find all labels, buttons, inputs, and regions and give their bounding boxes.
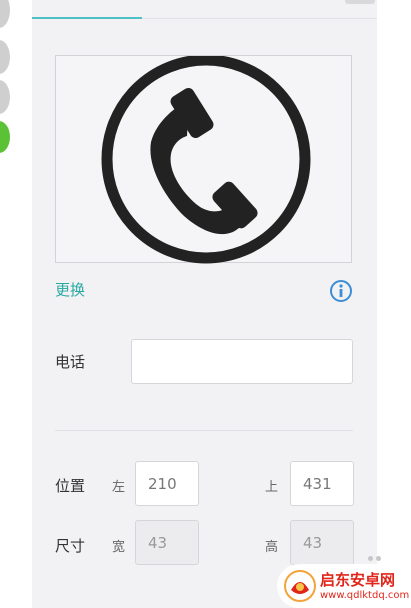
drag-handle-icon[interactable]	[368, 556, 382, 562]
app-list-strip	[0, 0, 32, 608]
info-icon[interactable]	[329, 279, 353, 303]
phone-handset-icon	[101, 56, 311, 264]
position-top-label: 上	[265, 480, 279, 495]
app-dot-1[interactable]	[0, 0, 10, 28]
watermark: 启东安卓网 www.qdlktdq.com	[277, 564, 411, 608]
position-left-label: 左	[112, 480, 126, 495]
phone-label: 电话	[55, 353, 86, 371]
app-dot-active[interactable]	[0, 121, 10, 153]
active-tab-indicator[interactable]	[32, 17, 142, 19]
replace-icon-link[interactable]: 更换	[55, 279, 85, 300]
size-height-input	[290, 520, 354, 565]
section-divider	[55, 430, 353, 431]
app-dot-2[interactable]	[0, 40, 10, 74]
watermark-logo-icon	[284, 570, 316, 602]
app-dot-3[interactable]	[0, 80, 10, 114]
size-height-label: 高	[265, 540, 279, 555]
phone-input[interactable]	[131, 339, 353, 384]
size-width-label: 宽	[112, 540, 126, 555]
icon-preview	[55, 55, 352, 264]
size-label: 尺寸	[55, 537, 86, 555]
panel-corner-button[interactable]	[345, 0, 375, 4]
position-left-input[interactable]	[135, 461, 199, 506]
position-top-input[interactable]	[290, 461, 354, 506]
watermark-title: 启东安卓网	[320, 571, 396, 589]
position-label: 位置	[55, 477, 86, 495]
size-width-input	[135, 520, 199, 565]
properties-panel: 更换 电话 位置 左 上 尺寸 宽 高	[32, 0, 381, 608]
watermark-url: www.qdlktdq.com	[320, 590, 410, 601]
